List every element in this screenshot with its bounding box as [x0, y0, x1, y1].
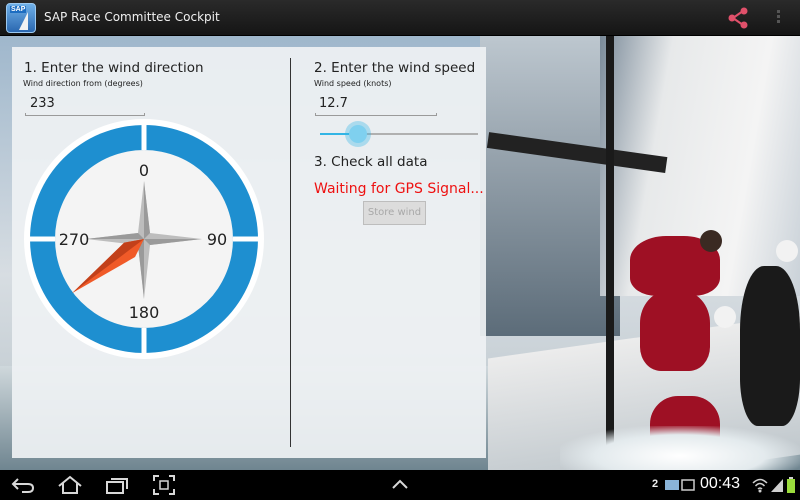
- wind-direction-label: Wind direction from (degrees): [23, 79, 143, 88]
- app-title: SAP Race Committee Cockpit: [44, 10, 220, 24]
- clock-time: 00:43: [700, 475, 741, 492]
- overflow-menu-icon[interactable]: [774, 10, 782, 26]
- compass-label-east: 90: [207, 230, 227, 249]
- wind-speed-slider-thumb[interactable]: [348, 125, 367, 143]
- app-icon[interactable]: SAP: [6, 3, 36, 33]
- gallery-icon: [681, 479, 695, 491]
- wind-speed-underline: [315, 113, 437, 116]
- wind-speed-title: 2. Enter the wind speed: [314, 60, 476, 76]
- battery-icon: [787, 477, 795, 493]
- signal-icon: [771, 479, 783, 492]
- wind-direction-underline: [25, 113, 145, 116]
- store-wind-button[interactable]: Store wind: [363, 201, 426, 225]
- wind-speed-label: Wind speed (knots): [314, 79, 392, 88]
- compass-label-south: 180: [129, 303, 160, 322]
- wind-entry-panel: 1. Enter the wind direction Wind directi…: [12, 47, 486, 458]
- screenshot-icon[interactable]: [152, 474, 176, 496]
- wind-speed-input[interactable]: 12.7: [319, 96, 348, 111]
- share-icon[interactable]: [726, 6, 750, 30]
- wind-direction-compass[interactable]: 0 90 180 270: [24, 119, 264, 359]
- compass-label-west: 270: [59, 230, 90, 249]
- notification-count: 2: [652, 478, 659, 490]
- wind-direction-title: 1. Enter the wind direction: [24, 60, 204, 76]
- home-icon[interactable]: [56, 474, 84, 496]
- panel-divider: [290, 58, 291, 447]
- action-bar: SAP SAP Race Committee Cockpit: [0, 0, 800, 36]
- chevron-up-icon[interactable]: [388, 474, 412, 496]
- wind-direction-input[interactable]: 233: [30, 96, 55, 111]
- back-icon[interactable]: [10, 474, 36, 496]
- photo-icon: [665, 480, 679, 490]
- check-data-title: 3. Check all data: [314, 154, 428, 170]
- recent-apps-icon[interactable]: [104, 474, 130, 496]
- gps-status-text: Waiting for GPS Signal...: [314, 181, 484, 197]
- system-nav-bar: 2 00:43: [0, 470, 800, 500]
- compass-label-north: 0: [139, 161, 149, 180]
- wifi-icon: [752, 478, 768, 493]
